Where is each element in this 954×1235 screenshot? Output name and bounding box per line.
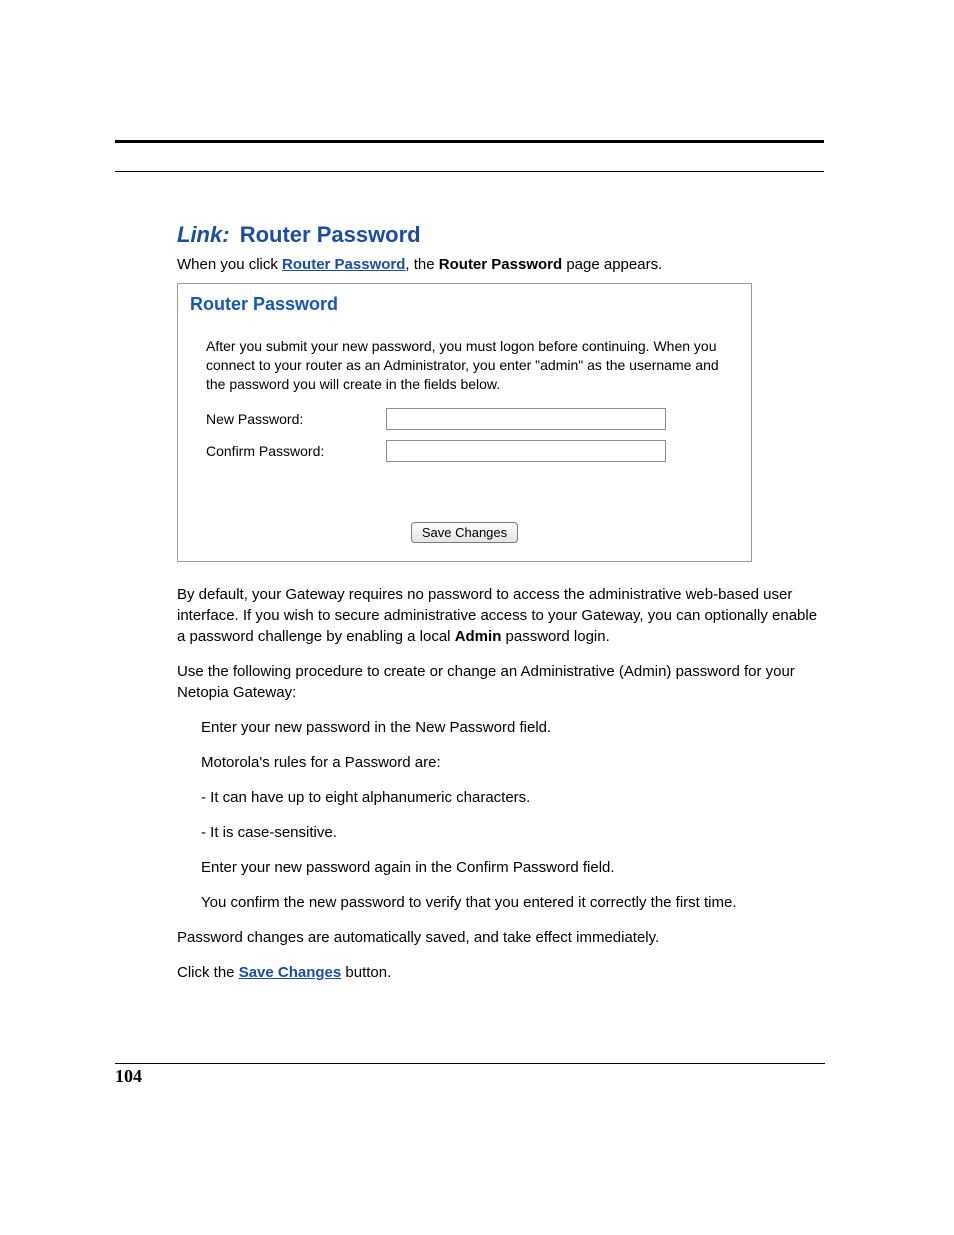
router-password-panel: Router Password After you submit your ne… — [177, 283, 752, 562]
new-password-label: New Password: — [206, 411, 386, 427]
rule-thin — [115, 171, 824, 172]
confirm-password-input[interactable] — [386, 440, 666, 462]
heading-link-prefix: Link: — [177, 222, 230, 247]
intro-text-pre: When you click — [177, 256, 282, 273]
body-p4-pre: Click the — [177, 964, 239, 981]
intro-text-mid: , the — [405, 256, 438, 273]
confirm-password-label: Confirm Password: — [206, 443, 386, 459]
button-row: Save Changes — [188, 522, 741, 543]
step-2: Motorola's rules for a Password are: — [201, 752, 824, 773]
step-6: You confirm the new password to verify t… — [201, 892, 824, 913]
new-password-input[interactable] — [386, 408, 666, 430]
body-p1-post: password login. — [501, 628, 609, 645]
intro-paragraph: When you click Router Password, the Rout… — [115, 256, 824, 273]
step-3: - It can have up to eight alphanumeric c… — [201, 787, 824, 808]
page-number: 104 — [115, 1063, 825, 1087]
step-1: Enter your new password in the New Passw… — [201, 717, 824, 738]
intro-text-post: page appears. — [562, 256, 662, 273]
step-4: - It is case-sensitive. — [201, 822, 824, 843]
section-heading: Link: Router Password — [115, 222, 824, 248]
body-paragraph-2: Use the following procedure to create or… — [177, 661, 824, 703]
save-changes-button[interactable]: Save Changes — [411, 522, 518, 543]
step-5: Enter your new password again in the Con… — [201, 857, 824, 878]
rule-thick — [115, 140, 824, 143]
document-page: Link: Router Password When you click Rou… — [0, 0, 954, 1235]
panel-title: Router Password — [190, 294, 741, 315]
new-password-row: New Password: — [206, 408, 727, 430]
router-password-link[interactable]: Router Password — [282, 256, 405, 273]
body-paragraph-1: By default, your Gateway requires no pas… — [177, 584, 824, 647]
heading-title: Router Password — [240, 222, 421, 247]
body-text: By default, your Gateway requires no pas… — [177, 584, 824, 983]
body-p1-bold: Admin — [455, 628, 502, 645]
body-p4-post: button. — [341, 964, 391, 981]
save-changes-link[interactable]: Save Changes — [239, 964, 342, 981]
body-paragraph-3: Password changes are automatically saved… — [177, 927, 824, 948]
body-paragraph-4: Click the Save Changes button. — [177, 962, 824, 983]
panel-description: After you submit your new password, you … — [206, 337, 727, 394]
intro-text-bold: Router Password — [439, 256, 562, 273]
confirm-password-row: Confirm Password: — [206, 440, 727, 462]
